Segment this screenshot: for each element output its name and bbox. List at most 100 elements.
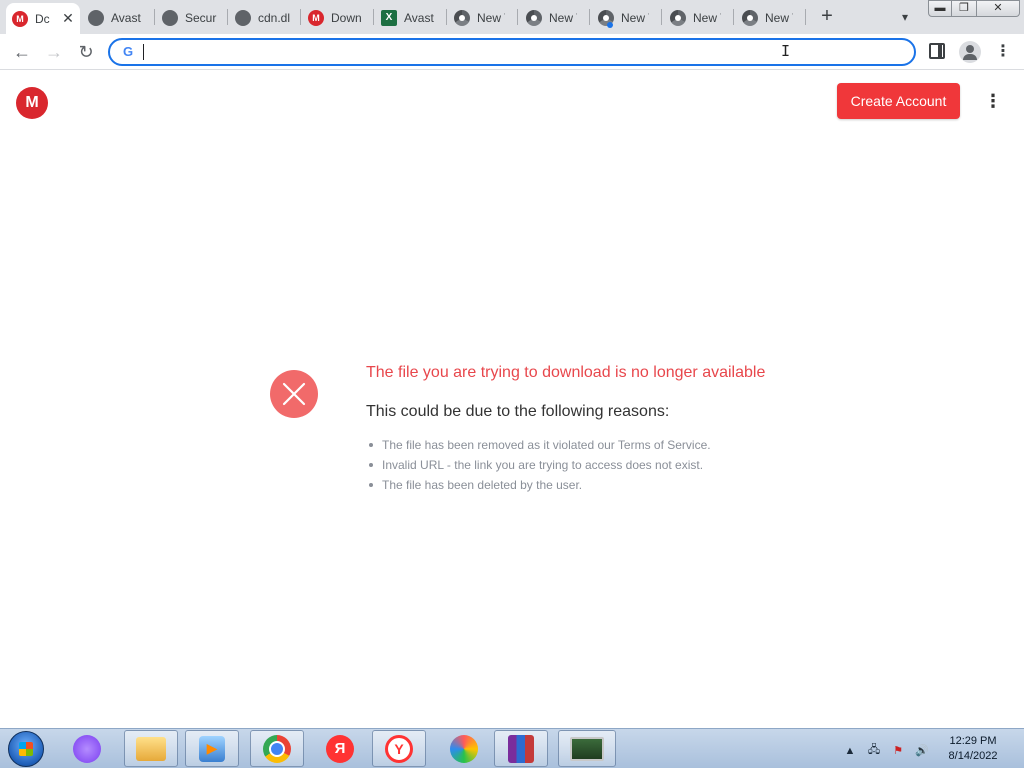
tab-label: New T — [765, 10, 793, 25]
tab-separator — [446, 9, 447, 25]
window-minimize-button[interactable]: ▬ — [928, 0, 952, 17]
chrome-icon — [670, 9, 686, 26]
tab-separator — [227, 9, 228, 25]
tab-label: Avast — [404, 10, 434, 25]
tab-new-2[interactable]: New T — [520, 5, 590, 30]
monitor-icon — [570, 736, 604, 761]
browser-menu-kebab-icon[interactable]: ⋮ — [995, 41, 1011, 63]
taskbar-winrar[interactable] — [494, 730, 548, 767]
yandex-browser-icon: Y — [385, 734, 413, 763]
start-button[interactable] — [8, 731, 44, 767]
tab-separator — [805, 9, 806, 25]
taskbar-clock[interactable]: 12:29 PM 8/14/2022 — [938, 734, 1008, 764]
close-icon[interactable]: ✕ — [61, 10, 75, 27]
window-close-button[interactable]: ✕ — [976, 0, 1020, 17]
tab-new-3[interactable]: New T — [592, 5, 662, 30]
chrome-icon — [742, 9, 758, 26]
chevron-down-icon[interactable]: ▾ — [895, 6, 915, 28]
text-caret — [143, 44, 144, 60]
mega-icon: M — [308, 9, 324, 26]
tab-secure[interactable]: Secur — [156, 5, 226, 30]
tab-download[interactable]: M Down — [302, 5, 372, 30]
mega-icon: M — [12, 10, 28, 27]
taskbar-media-player[interactable]: ▶ — [185, 730, 239, 767]
taskbar-yandex[interactable]: Я — [313, 730, 367, 767]
tab-new-4[interactable]: New T — [664, 5, 734, 30]
google-g-icon: G — [122, 44, 134, 59]
back-arrow-icon[interactable]: ← — [9, 39, 35, 65]
taskbar-alice[interactable] — [60, 730, 114, 767]
tab-label: New T — [549, 10, 577, 25]
folder-icon — [136, 736, 166, 761]
tab-separator — [661, 9, 662, 25]
ibeam-cursor-icon: I — [781, 42, 791, 60]
winrar-icon — [508, 734, 534, 763]
tab-new-1[interactable]: New T — [448, 5, 518, 30]
tab-mega-active[interactable]: M Dc ✕ — [6, 3, 80, 34]
chrome-icon — [263, 734, 291, 763]
tab-separator — [589, 9, 590, 25]
tab-label: Down — [331, 10, 362, 25]
tab-strip: M Dc ✕ Avast Secur cdn.dl M Down X Avast… — [0, 0, 1024, 34]
page-menu-kebab-icon[interactable]: ⋮ — [984, 89, 1002, 113]
tray-expand-icon[interactable]: ▲ — [842, 745, 858, 757]
page-content: M Create Account ⋮ The file you are tryi… — [0, 71, 1024, 728]
forward-arrow-icon[interactable]: → — [41, 39, 67, 65]
tab-label: Dc — [35, 11, 50, 26]
globe-icon — [162, 9, 178, 26]
tab-separator — [300, 9, 301, 25]
sheets-icon: X — [381, 9, 397, 26]
profile-avatar-icon[interactable] — [959, 41, 981, 63]
taskbar-vpn[interactable] — [437, 730, 491, 767]
side-panel-icon[interactable] — [929, 43, 945, 59]
chrome-icon — [526, 9, 542, 26]
vpn-shield-icon — [450, 734, 478, 763]
tab-label: New T — [693, 10, 721, 25]
window-restore-button[interactable]: ❐ — [951, 0, 977, 17]
yandex-icon: Я — [326, 734, 354, 763]
system-tray: ▲ 🖧 ⚑ 🔊 — [842, 741, 930, 760]
tab-label: New T — [621, 10, 649, 25]
error-subtitle: This could be due to the following reaso… — [366, 403, 670, 420]
create-account-button[interactable]: Create Account — [837, 83, 960, 119]
globe-icon — [235, 9, 251, 26]
error-title: The file you are trying to download is n… — [366, 364, 766, 381]
tab-separator — [373, 9, 374, 25]
chrome-icon — [454, 9, 470, 26]
reason-item: Invalid URL - the link you are trying to… — [366, 455, 711, 475]
taskbar-explorer[interactable] — [124, 730, 178, 767]
tab-label: Avast — [111, 10, 141, 25]
tab-separator — [733, 9, 734, 25]
tab-separator — [154, 9, 155, 25]
windows-taskbar: ▶ Я Y ▲ 🖧 ⚑ 🔊 12:29 PM 8/14/2022 — [0, 728, 1024, 768]
taskbar-chrome[interactable] — [250, 730, 304, 767]
tab-avast-sheet[interactable]: X Avast — [375, 5, 445, 30]
tab-label: New T — [477, 10, 505, 25]
media-player-icon: ▶ — [199, 735, 225, 762]
tab-avast[interactable]: Avast — [82, 5, 152, 30]
reload-icon[interactable]: ↻ — [73, 39, 99, 65]
taskbar-monitor-app[interactable] — [558, 730, 616, 767]
clock-time: 12:29 PM — [949, 735, 997, 747]
tab-activity-dot — [607, 22, 613, 28]
browser-toolbar: ← → ↻ G — [0, 34, 1024, 70]
taskbar-yandex-browser[interactable]: Y — [372, 730, 426, 767]
mega-logo[interactable]: M — [16, 87, 48, 119]
reasons-list: The file has been removed as it violated… — [366, 435, 711, 495]
alice-assistant-icon — [73, 734, 101, 763]
network-icon[interactable]: 🖧 — [866, 741, 882, 760]
tab-cdn[interactable]: cdn.dl — [229, 5, 299, 30]
volume-icon[interactable]: 🔊 — [914, 744, 930, 757]
avast-gear-icon — [88, 9, 104, 26]
action-center-flag-icon[interactable]: ⚑ — [890, 744, 906, 757]
reason-item: The file has been deleted by the user. — [366, 475, 711, 495]
tab-label: cdn.dl — [258, 10, 291, 25]
tab-label: Secur — [185, 10, 217, 25]
tab-separator — [517, 9, 518, 25]
tab-new-5[interactable]: New T — [736, 5, 806, 30]
error-x-icon — [270, 370, 318, 418]
address-bar[interactable]: G — [108, 38, 916, 66]
clock-date: 8/14/2022 — [948, 750, 998, 762]
new-tab-plus-icon[interactable]: + — [816, 6, 838, 28]
reason-item: The file has been removed as it violated… — [366, 435, 711, 455]
